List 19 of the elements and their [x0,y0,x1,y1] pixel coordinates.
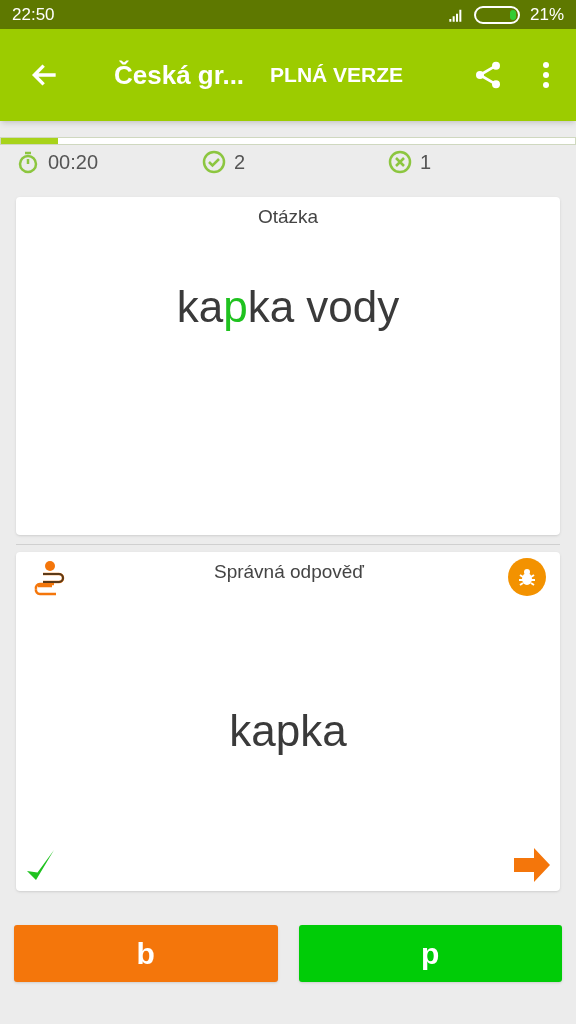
correct-count: 2 [234,150,246,175]
cross-circle-icon [388,150,412,174]
wrong-count: 1 [420,150,432,175]
stopwatch-icon [16,150,40,174]
battery-icon [473,4,522,25]
check-circle-icon [202,150,226,174]
answer-option-button[interactable]: p [298,925,562,982]
full-version-button[interactable]: PLNÁ VERZE [270,59,404,91]
more-icon [542,61,550,89]
card-label: Otázka [257,205,319,229]
elapsed-time: 00:20 [48,150,99,175]
answer-option-button[interactable]: b [14,925,278,982]
bug-report-button[interactable] [508,558,546,596]
app-title: Česká gr... [114,58,245,92]
answer-text: kapka [229,705,347,757]
battery-percent: 21% [529,3,564,26]
clock: 22:50 [12,3,55,26]
card-label: Správná odpověď [212,560,366,584]
question-text: kapka vody [176,280,400,333]
